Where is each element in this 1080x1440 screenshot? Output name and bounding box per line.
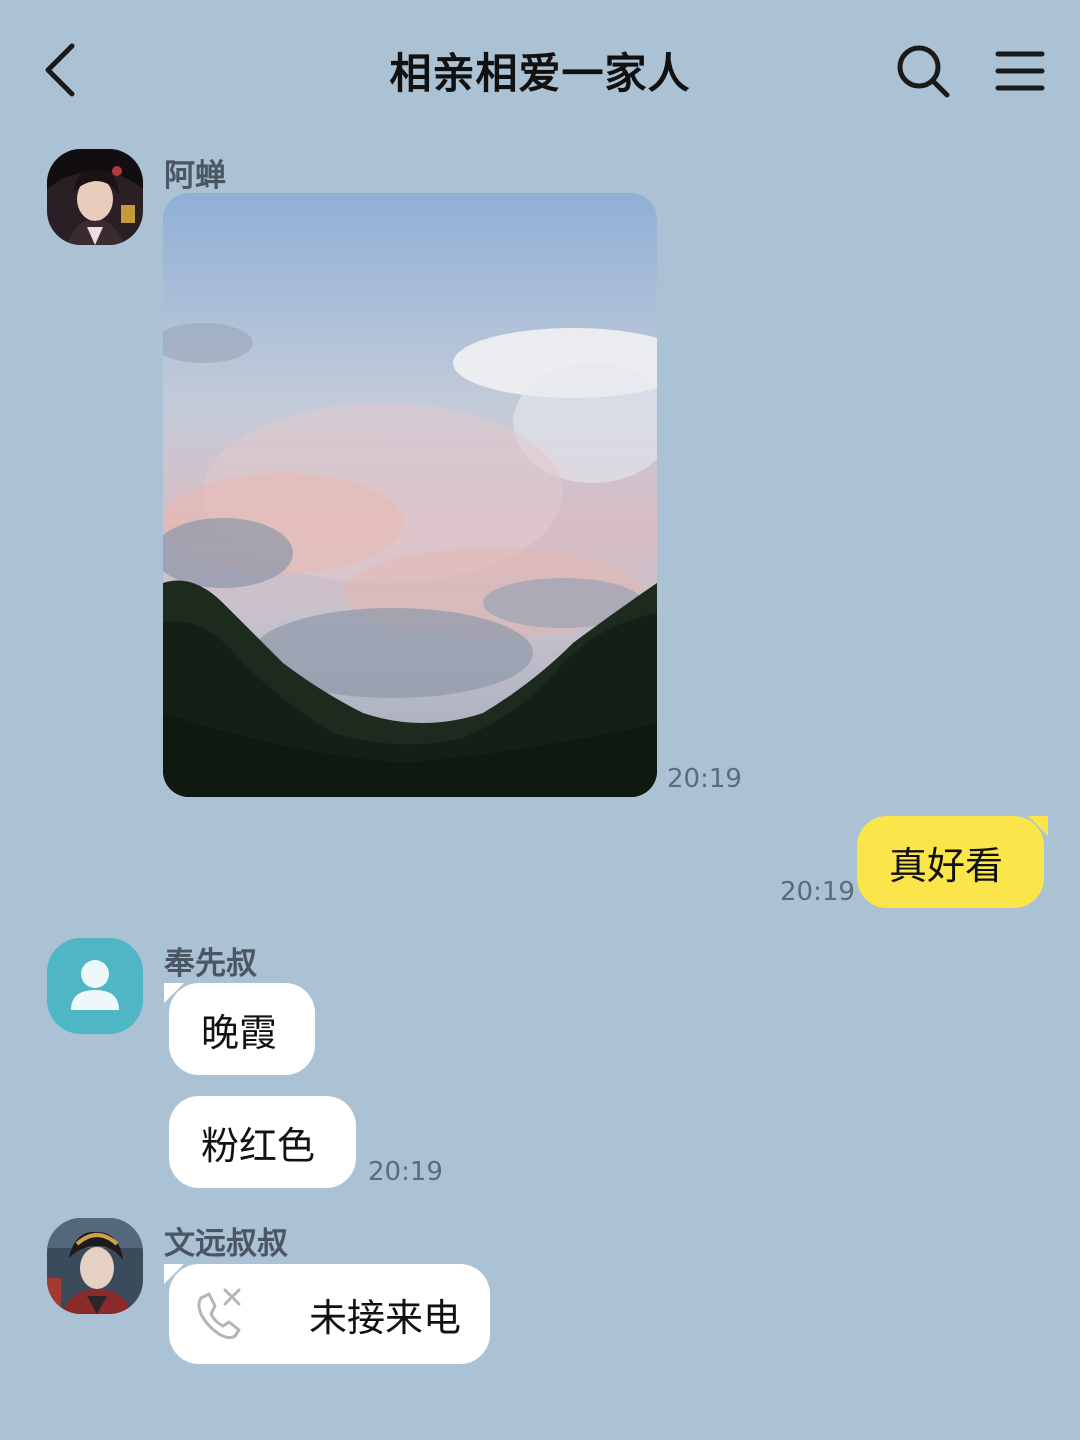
message-bubble[interactable]: 粉红色 bbox=[169, 1096, 356, 1188]
person-icon bbox=[71, 960, 119, 1010]
missed-call-bubble[interactable]: 未接来电 bbox=[169, 1264, 490, 1364]
back-button[interactable] bbox=[36, 38, 96, 102]
message-text: 未接来电 bbox=[309, 1295, 462, 1340]
avatar-a-chan[interactable] bbox=[47, 149, 143, 245]
sender-name: 阿蝉 bbox=[164, 158, 226, 194]
chat-title: 相亲相爱一家人 bbox=[389, 49, 691, 98]
my-message-bubble[interactable]: 真好看 bbox=[857, 816, 1044, 908]
timestamp: 20:19 bbox=[368, 1157, 443, 1187]
message-text: 晚霞 bbox=[201, 1010, 278, 1055]
sender-name: 文远叔叔 bbox=[164, 1226, 288, 1262]
chat-header: 相亲相爱一家人 bbox=[0, 0, 1080, 140]
avatar-default[interactable] bbox=[47, 938, 143, 1034]
missed-call-icon bbox=[197, 1288, 241, 1340]
timestamp: 20:19 bbox=[667, 764, 742, 794]
timestamp: 20:19 bbox=[780, 877, 855, 907]
sender-name: 奉先叔 bbox=[164, 946, 257, 982]
avatar-wenyuan[interactable] bbox=[47, 1218, 143, 1314]
menu-icon bbox=[995, 51, 1045, 91]
sunset-sky-photo[interactable] bbox=[163, 193, 657, 797]
bubble-tail bbox=[1028, 816, 1048, 836]
message-text: 真好看 bbox=[889, 843, 1004, 888]
search-icon bbox=[897, 45, 950, 98]
search-button[interactable] bbox=[892, 40, 956, 104]
chevron-left-icon bbox=[45, 43, 75, 97]
menu-button[interactable] bbox=[992, 44, 1048, 100]
message-text: 粉红色 bbox=[201, 1123, 316, 1168]
message-bubble[interactable]: 晚霞 bbox=[169, 983, 315, 1075]
